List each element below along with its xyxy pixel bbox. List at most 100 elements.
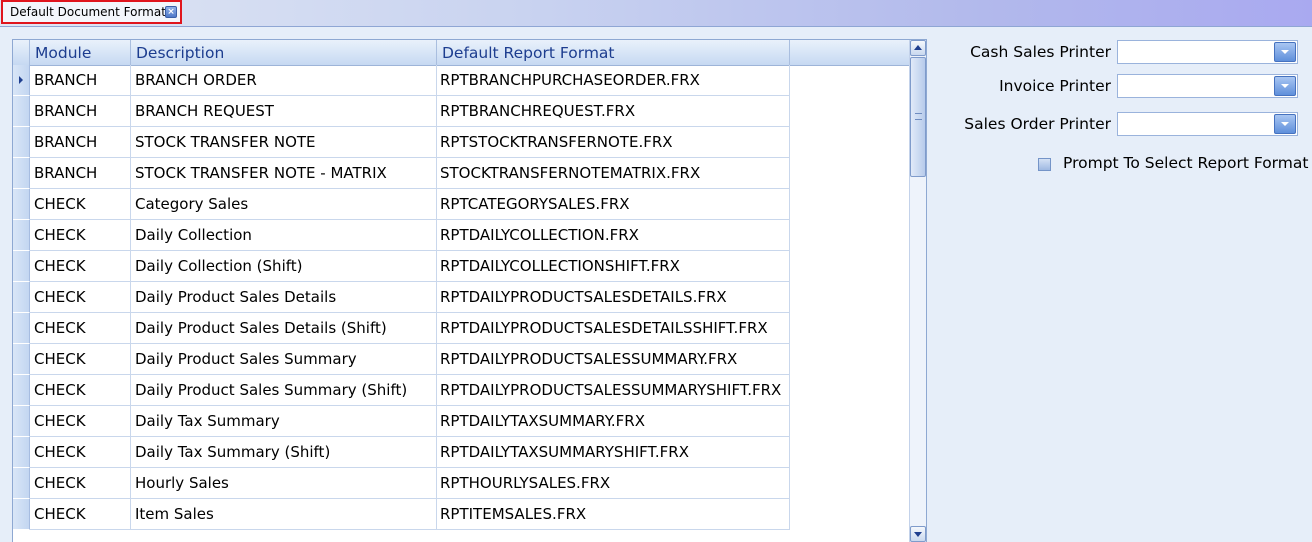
table-row[interactable]: CHECK Daily Tax Summary RPTDAILYTAXSUMMARY… [13,406,909,437]
row-selector[interactable] [13,158,30,189]
column-header-default-report-format[interactable]: Default Report Format [437,40,790,65]
cell-description[interactable]: Daily Tax Summary (Shift) [131,437,437,468]
tab-strip: Default Document Format × [0,0,1312,27]
table-row[interactable]: CHECK Category Sales RPTCATEGORYSALES.FRX [13,189,909,220]
close-icon[interactable]: × [165,6,177,18]
scroll-thumb[interactable] [910,57,926,177]
row-selector[interactable] [13,437,30,468]
row-selector[interactable] [13,468,30,499]
cell-default-report-format[interactable]: RPTDAILYPRODUCTSALESDETAILSSHIFT.FRX [437,313,790,344]
row-selector[interactable] [13,406,30,437]
table-row[interactable]: BRANCH BRANCH REQUEST RPTBRANCHREQUEST.FRX [13,96,909,127]
chevron-down-icon[interactable] [1274,42,1296,62]
row-selector[interactable] [13,344,30,375]
cell-default-report-format[interactable]: RPTDAILYTAXSUMMARYSHIFT.FRX [437,437,790,468]
cell-description[interactable]: STOCK TRANSFER NOTE [131,127,437,158]
cell-default-report-format[interactable]: RPTDAILYCOLLECTION.FRX [437,220,790,251]
prompt-report-format-label[interactable]: Prompt To Select Report Format [1063,154,1308,172]
cell-description[interactable]: Daily Collection [131,220,437,251]
row-selector[interactable] [13,189,30,220]
cell-default-report-format[interactable]: STOCKTRANSFERNOTEMATRIX.FRX [437,158,790,189]
row-selector[interactable] [13,313,30,344]
tab-title: Default Document Format [10,5,166,19]
row-selector[interactable] [13,499,30,530]
sales-order-printer-select[interactable] [1117,112,1298,136]
chevron-down-icon[interactable] [1274,114,1296,134]
cash-sales-printer-select[interactable] [1117,40,1298,64]
grid-header: Module Description Default Report Format [13,40,909,66]
row-selector[interactable] [13,251,30,282]
cell-description[interactable]: Daily Product Sales Summary (Shift) [131,375,437,406]
cell-description[interactable]: Item Sales [131,499,437,530]
column-header-module[interactable]: Module [30,40,131,65]
cell-default-report-format[interactable]: RPTHOURLYSALES.FRX [437,468,790,499]
cell-module[interactable]: CHECK [30,468,131,499]
cell-module[interactable]: CHECK [30,499,131,530]
table-row[interactable]: CHECK Daily Product Sales Details RPTDAILY… [13,282,909,313]
tab-default-document-format[interactable]: Default Document Format × [1,0,182,24]
table-row[interactable]: CHECK Item Sales RPTITEMSALES.FRX [13,499,909,530]
cell-description[interactable]: Hourly Sales [131,468,437,499]
cell-description[interactable]: STOCK TRANSFER NOTE - MATRIX [131,158,437,189]
cell-description[interactable]: Daily Collection (Shift) [131,251,437,282]
report-format-grid: Module Description Default Report Format… [12,39,927,542]
cell-default-report-format[interactable]: RPTDAILYPRODUCTSALESDETAILS.FRX [437,282,790,313]
chevron-down-icon[interactable] [1274,76,1296,96]
cell-description[interactable]: BRANCH REQUEST [131,96,437,127]
cell-default-report-format[interactable]: RPTCATEGORYSALES.FRX [437,189,790,220]
table-row[interactable]: CHECK Hourly Sales RPTHOURLYSALES.FRX [13,468,909,499]
cell-default-report-format[interactable]: RPTDAILYPRODUCTSALESSUMMARY.FRX [437,344,790,375]
cell-module[interactable]: BRANCH [30,158,131,189]
current-row-pointer-icon [19,76,23,84]
cell-module[interactable]: BRANCH [30,65,131,96]
row-selector[interactable] [13,375,30,406]
cell-module[interactable]: CHECK [30,313,131,344]
invoice-printer-label: Invoice Printer [999,77,1111,95]
cell-default-report-format[interactable]: RPTSTOCKTRANSFERNOTE.FRX [437,127,790,158]
cell-default-report-format[interactable]: RPTITEMSALES.FRX [437,499,790,530]
cash-sales-printer-label: Cash Sales Printer [970,43,1111,61]
scroll-down-button[interactable] [910,526,926,542]
cell-description[interactable]: BRANCH ORDER [131,65,437,96]
row-selector[interactable] [13,127,30,158]
cell-description[interactable]: Daily Product Sales Details [131,282,437,313]
table-row[interactable]: CHECK Daily Collection (Shift) RPTDAILYCOL… [13,251,909,282]
sales-order-printer-label: Sales Order Printer [964,115,1111,133]
row-selector[interactable] [13,65,30,96]
table-row[interactable]: CHECK Daily Product Sales Summary (Shift)… [13,375,909,406]
cell-default-report-format[interactable]: RPTBRANCHREQUEST.FRX [437,96,790,127]
cell-module[interactable]: CHECK [30,220,131,251]
cell-description[interactable]: Daily Product Sales Details (Shift) [131,313,437,344]
column-header-description[interactable]: Description [131,40,437,65]
cell-module[interactable]: BRANCH [30,127,131,158]
scroll-up-button[interactable] [910,40,926,56]
cell-description[interactable]: Category Sales [131,189,437,220]
invoice-printer-select[interactable] [1117,74,1298,98]
grid-vertical-scrollbar[interactable] [909,40,926,542]
table-row[interactable]: BRANCH STOCK TRANSFER NOTE RPTSTOCKTRANSFE… [13,127,909,158]
table-row[interactable]: CHECK Daily Collection RPTDAILYCOLLECTION.… [13,220,909,251]
table-row[interactable]: CHECK Daily Product Sales Summary RPTDAILY… [13,344,909,375]
cell-module[interactable]: CHECK [30,251,131,282]
cell-module[interactable]: CHECK [30,375,131,406]
row-selector[interactable] [13,220,30,251]
cell-module[interactable]: CHECK [30,189,131,220]
cell-module[interactable]: CHECK [30,282,131,313]
row-selector[interactable] [13,96,30,127]
cell-default-report-format[interactable]: RPTDAILYCOLLECTIONSHIFT.FRX [437,251,790,282]
cell-module[interactable]: BRANCH [30,96,131,127]
cell-default-report-format[interactable]: RPTDAILYTAXSUMMARY.FRX [437,406,790,437]
prompt-report-format-checkbox[interactable] [1038,158,1051,171]
row-selector[interactable] [13,282,30,313]
cell-default-report-format[interactable]: RPTBRANCHPURCHASEORDER.FRX [437,65,790,96]
cell-default-report-format[interactable]: RPTDAILYPRODUCTSALESSUMMARYSHIFT.FRX [437,375,790,406]
cell-module[interactable]: CHECK [30,437,131,468]
table-row[interactable]: BRANCH BRANCH ORDER RPTBRANCHPURCHASEORDER… [13,65,909,96]
table-row[interactable]: BRANCH STOCK TRANSFER NOTE - MATRIX STOCKT… [13,158,909,189]
cell-module[interactable]: CHECK [30,406,131,437]
table-row[interactable]: CHECK Daily Product Sales Details (Shift)… [13,313,909,344]
cell-description[interactable]: Daily Tax Summary [131,406,437,437]
cell-description[interactable]: Daily Product Sales Summary [131,344,437,375]
table-row[interactable]: CHECK Daily Tax Summary (Shift) RPTDAILYTA… [13,437,909,468]
cell-module[interactable]: CHECK [30,344,131,375]
